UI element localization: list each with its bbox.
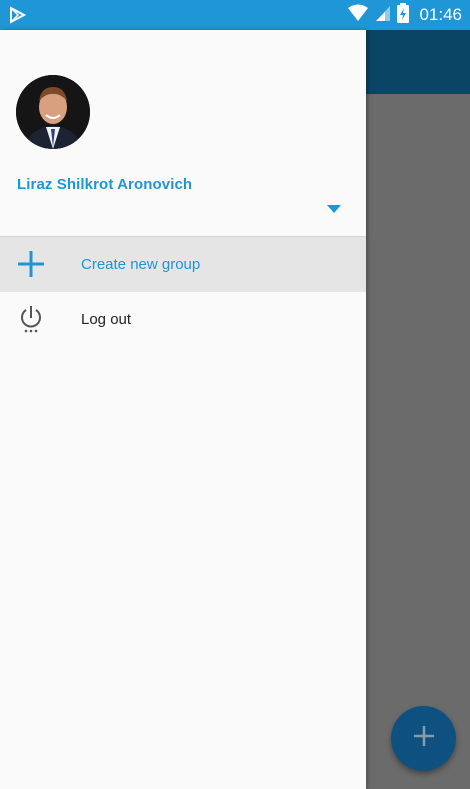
fab-add-button[interactable] <box>391 706 456 771</box>
user-name: Liraz Shilkrot Aronovich <box>17 176 193 193</box>
wifi-icon <box>347 4 369 27</box>
menu-item-label: Log out <box>81 311 132 328</box>
menu-item-log-out[interactable]: Log out <box>0 292 366 347</box>
avatar[interactable] <box>16 75 90 149</box>
status-bar: 01:46 <box>0 0 470 30</box>
content-scrim[interactable] <box>366 94 470 789</box>
status-time: 01:46 <box>419 5 462 24</box>
menu-item-create-new-group[interactable]: Create new group <box>0 237 366 292</box>
plus-icon <box>16 249 46 279</box>
drawer-header: Liraz Shilkrot Aronovich <box>0 30 366 237</box>
dropdown-arrow-icon[interactable] <box>327 200 341 218</box>
battery-charging-icon <box>397 2 410 28</box>
play-store-icon <box>9 6 27 29</box>
navigation-drawer: Liraz Shilkrot Aronovich Create new grou… <box>0 30 366 789</box>
signal-icon <box>375 4 391 27</box>
power-icon <box>16 304 46 334</box>
plus-icon <box>412 724 436 753</box>
app-bar-scrim[interactable] <box>366 30 470 94</box>
menu-item-label: Create new group <box>81 256 201 273</box>
